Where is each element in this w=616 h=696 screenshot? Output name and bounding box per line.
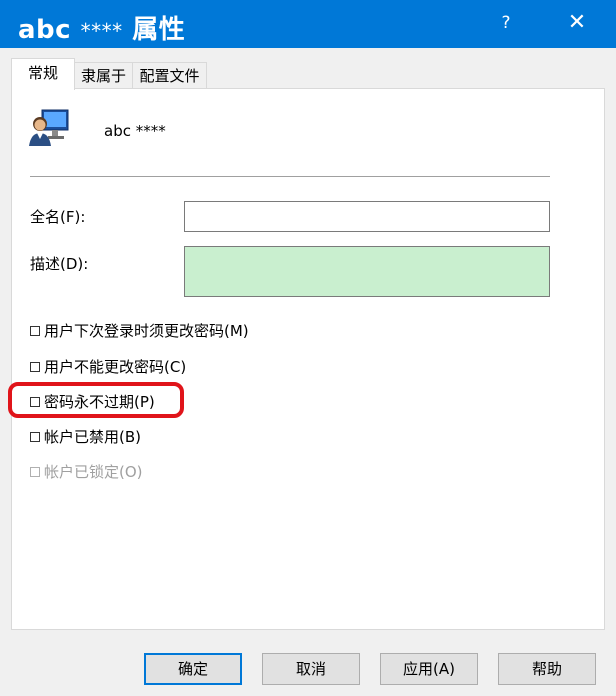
window-title: abc **** 属性 — [18, 9, 185, 46]
option-label: 用户不能更改密码(C) — [44, 358, 187, 376]
checkbox[interactable] — [30, 431, 40, 442]
tab-member-of[interactable]: 隶属于 — [74, 62, 133, 88]
description-field[interactable] — [184, 246, 550, 297]
ok-button[interactable]: 确定 — [144, 653, 242, 685]
cancel-button[interactable]: 取消 — [262, 653, 360, 685]
checkbox[interactable] — [30, 361, 40, 372]
highlight-annotation — [8, 382, 184, 418]
option-label: 用户下次登录时须更改密码(M) — [44, 322, 249, 340]
fullname-label: 全名(F): — [30, 208, 86, 226]
tab-general[interactable]: 常规 — [11, 58, 75, 90]
title-bar: abc **** 属性 ? ✕ — [0, 0, 616, 48]
option-label: 帐户已锁定(O) — [44, 463, 143, 481]
option-cannot-change-password[interactable]: 用户不能更改密码(C) — [30, 356, 186, 377]
checkbox — [30, 466, 40, 477]
fullname-field[interactable] — [184, 201, 550, 232]
window-title-mask: **** — [80, 19, 123, 43]
apply-button[interactable]: 应用(A) — [380, 653, 478, 685]
close-button[interactable]: ✕ — [556, 8, 598, 38]
window-title-suffix: 属性 — [132, 15, 186, 45]
help-button[interactable]: ? — [486, 8, 526, 38]
checkbox[interactable] — [30, 325, 40, 336]
option-label: 帐户已禁用(B) — [44, 428, 141, 446]
description-label: 描述(D): — [30, 255, 89, 273]
help-dialog-button[interactable]: 帮助 — [498, 653, 596, 685]
user-name: abc **** — [104, 122, 166, 140]
tab-profile[interactable]: 配置文件 — [132, 62, 207, 88]
option-must-change-password[interactable]: 用户下次登录时须更改密码(M) — [30, 320, 249, 341]
option-account-disabled[interactable]: 帐户已禁用(B) — [30, 426, 141, 447]
user-computer-icon — [29, 109, 69, 146]
window-title-name: abc — [18, 15, 72, 45]
option-account-locked: 帐户已锁定(O) — [30, 461, 143, 482]
section-divider — [30, 176, 550, 177]
